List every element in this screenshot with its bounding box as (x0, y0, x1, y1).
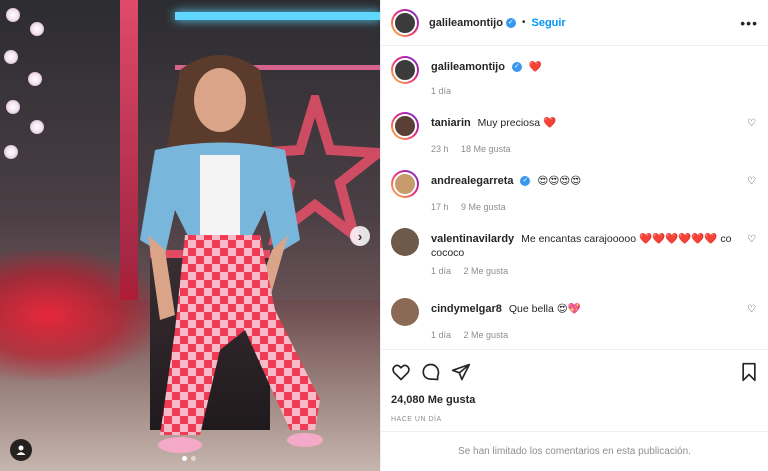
follow-button[interactable]: Seguir (531, 17, 565, 29)
caption-avatar[interactable] (391, 56, 419, 84)
comment-likes[interactable]: 18 Me gusta (461, 144, 511, 154)
stage-lights (0, 0, 60, 170)
comments-list: galileamontijo ✓ ❤️ 1 día taniarin Muy p… (381, 46, 768, 349)
caption-time[interactable]: 1 día (431, 86, 451, 96)
comment-username[interactable]: taniarin (431, 117, 471, 129)
commenter-avatar[interactable] (391, 228, 419, 256)
instagram-post: › galileamontijo ✓ • Seguir ••• galileam… (0, 0, 768, 471)
comment-username[interactable]: cindymelgar8 (431, 303, 502, 315)
posted-ago: HACE UN DÍA (391, 416, 442, 423)
heart-icon[interactable]: ♡ (747, 118, 756, 129)
caption: galileamontijo ✓ ❤️ 1 día (391, 56, 758, 112)
comment-item: taniarin Muy preciosa ❤️ 23 h 18 Me gust… (391, 112, 758, 170)
commenter-avatar[interactable] (391, 298, 419, 326)
user-icon (16, 445, 26, 455)
comment-time[interactable]: 1 día (431, 266, 451, 276)
neon-bar (175, 12, 380, 20)
comment-item: andrealegarreta ✓ 😍😍😍😍 17 h 9 Me gusta ♡ (391, 170, 758, 228)
post-side-panel: galileamontijo ✓ • Seguir ••• galileamon… (380, 0, 768, 471)
woman-figure (140, 55, 323, 453)
carousel-dot-active (182, 456, 187, 461)
like-heart-icon[interactable] (391, 362, 411, 382)
separator-dot: • (521, 17, 526, 28)
author-username[interactable]: galileamontijo (429, 17, 503, 29)
heart-icon[interactable]: ♡ (747, 304, 756, 315)
likes-count[interactable]: 24,080 Me gusta (391, 394, 758, 406)
carousel-next-button[interactable]: › (350, 226, 370, 246)
caption-username[interactable]: galileamontijo (431, 61, 505, 73)
verified-icon: ✓ (511, 62, 522, 73)
comments-limited-notice: Se han limitado los comentarios en esta … (381, 431, 768, 471)
comment-text: Muy preciosa ❤️ (477, 117, 557, 129)
carousel-dot (191, 456, 196, 461)
commenter-avatar[interactable] (391, 112, 419, 140)
share-icon[interactable] (451, 362, 471, 382)
comment-text: Que bella 😍💖 (508, 303, 581, 315)
comment-time[interactable]: 23 h (431, 144, 449, 154)
caption-text: ❤️ (528, 61, 542, 73)
heart-icon[interactable]: ♡ (747, 234, 756, 245)
comment-item: cindymelgar8 Que bella 😍💖 1 día 2 Me gus… (391, 298, 758, 349)
heart-icon[interactable]: ♡ (747, 176, 756, 187)
comment-likes[interactable]: 2 Me gusta (464, 266, 509, 276)
comment-username[interactable]: valentinavilardy (431, 233, 514, 245)
comment-time[interactable]: 1 día (431, 330, 451, 340)
tagged-users-button[interactable] (10, 439, 32, 461)
post-photo[interactable]: › (0, 0, 380, 471)
commenter-avatar[interactable] (391, 170, 419, 198)
bookmark-icon[interactable] (740, 362, 758, 382)
comment-likes[interactable]: 9 Me gusta (461, 202, 506, 212)
comment-item: valentinavilardy Me encantas carajooooo … (391, 228, 758, 298)
carousel-dots (182, 456, 196, 461)
author-avatar[interactable] (391, 8, 419, 37)
comment-time[interactable]: 17 h (431, 202, 449, 212)
comment-icon[interactable] (421, 362, 441, 382)
post-header: galileamontijo ✓ • Seguir ••• (381, 0, 768, 46)
more-horizontal-icon[interactable]: ••• (740, 15, 758, 31)
verified-icon: ✓ (505, 17, 516, 28)
comment-text: 😍😍😍😍 (537, 175, 582, 187)
comment-likes[interactable]: 2 Me gusta (464, 330, 509, 340)
post-actions: 24,080 Me gusta HACE UN DÍA (381, 349, 768, 423)
comment-username[interactable]: andrealegarreta (431, 175, 514, 187)
verified-icon: ✓ (520, 176, 531, 187)
